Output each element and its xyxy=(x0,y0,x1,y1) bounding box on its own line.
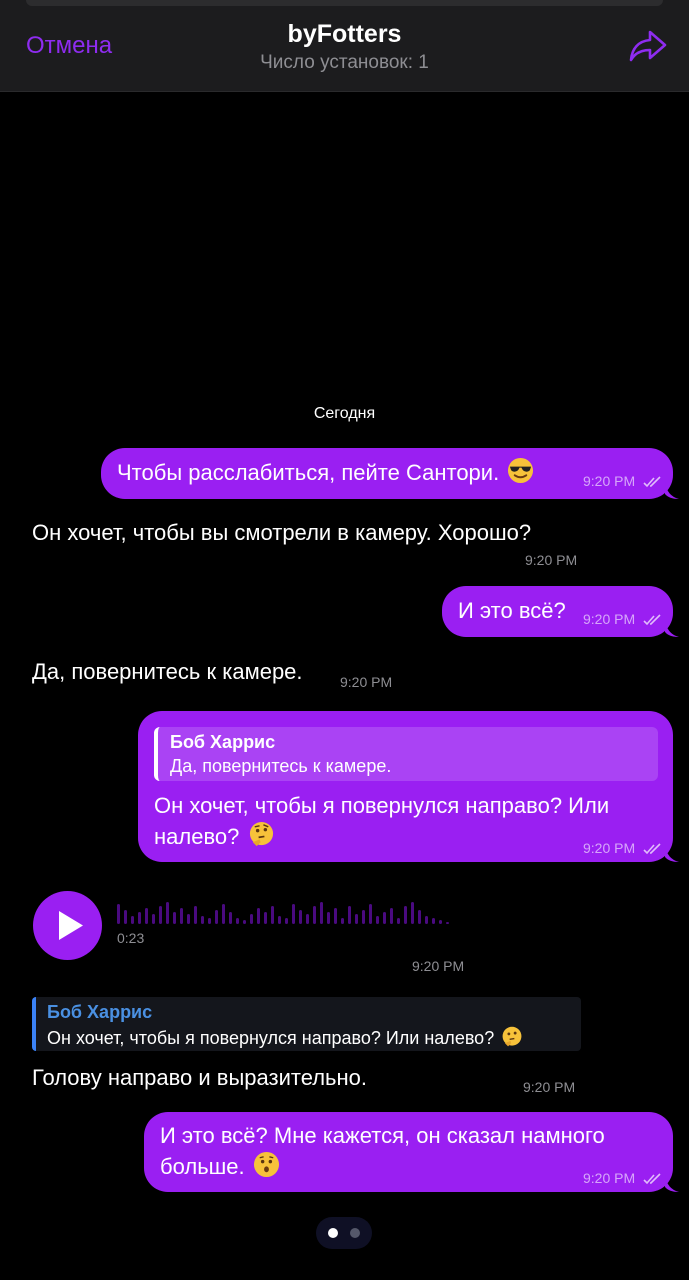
waveform-bar xyxy=(222,904,225,924)
page-dot-active[interactable] xyxy=(328,1228,338,1238)
waveform-bar xyxy=(439,920,442,924)
reply-quote[interactable]: Боб Харрис Да, повернитесь к камере. xyxy=(154,727,658,781)
bubble-tail xyxy=(665,620,679,637)
page-dot[interactable] xyxy=(350,1228,360,1238)
waveform-bar xyxy=(271,906,274,924)
waveform-bar xyxy=(173,912,176,924)
sunglasses-emoji-icon xyxy=(508,457,534,484)
waveform-bar xyxy=(187,914,190,924)
waveform-bar xyxy=(257,908,260,924)
bubble-tail xyxy=(665,1175,679,1192)
message-time: 9:20 PM xyxy=(583,611,636,627)
waveform-bar xyxy=(159,906,162,924)
thinking-emoji-icon xyxy=(502,1026,522,1047)
message-time: 9:20 PM xyxy=(583,840,636,856)
page-indicator[interactable] xyxy=(316,1217,372,1249)
bubble-tail xyxy=(665,845,679,862)
waveform-bar xyxy=(201,916,204,924)
waveform-bar xyxy=(264,912,267,924)
incoming-message-text: Да, повернитесь к камере. xyxy=(32,659,303,684)
incoming-message-text: Голову направо и выразительно. xyxy=(32,1065,368,1090)
waveform-bar xyxy=(334,908,337,924)
waveform-bar xyxy=(411,902,414,924)
message-text: И это всё? xyxy=(458,598,566,623)
date-separator: Сегодня xyxy=(313,405,376,422)
message-time: 9:20 PM xyxy=(583,1170,636,1186)
waveform-bar xyxy=(383,912,386,924)
waveform-bar xyxy=(404,906,407,924)
waveform-bar xyxy=(250,914,253,924)
waveform-bar xyxy=(376,916,379,924)
outgoing-message[interactable]: Чтобы расслабиться, пейте Сантори. 9:20 … xyxy=(101,448,673,499)
thinking-emoji-icon xyxy=(249,821,273,847)
waveform-bar xyxy=(194,906,197,924)
read-checkmarks-icon xyxy=(643,1173,661,1185)
message-time: 9:20 PM xyxy=(523,1079,576,1095)
waveform-bar xyxy=(243,920,246,924)
waveform-bar xyxy=(320,902,323,924)
read-checkmarks-icon xyxy=(643,843,661,855)
voice-duration: 0:23 xyxy=(117,930,145,946)
waveform-bar xyxy=(117,904,120,924)
message-text: Чтобы расслабиться, пейте Сантори. xyxy=(117,460,500,485)
waveform-bar xyxy=(278,916,281,924)
waveform-bar xyxy=(145,908,148,924)
outgoing-message[interactable]: И это всё? 9:20 PM xyxy=(442,586,673,637)
top-bar: Отмена byFotters Число установок: 1 xyxy=(0,0,689,92)
waveform-bar xyxy=(313,906,316,924)
waveform-bar xyxy=(327,912,330,924)
message-text: Он хочет, чтобы я повернулся направо? Ил… xyxy=(154,793,610,818)
install-count: Число установок: 1 xyxy=(260,52,429,73)
waveform-bar xyxy=(397,918,400,924)
quote-author: Боб Харрис xyxy=(47,1002,153,1022)
message-time: 9:20 PM xyxy=(583,473,636,489)
waveform-bar xyxy=(138,912,141,924)
waveform-bar xyxy=(348,906,351,924)
waveform-bar xyxy=(369,904,372,924)
waveform-bar xyxy=(355,914,358,924)
sheet-grabber xyxy=(26,0,663,6)
waveform-bar xyxy=(299,910,302,924)
bubble-tail xyxy=(665,482,679,499)
message-time: 9:20 PM xyxy=(412,958,465,974)
share-forward-icon[interactable] xyxy=(628,28,668,64)
message-time: 9:20 PM xyxy=(340,674,393,690)
waveform-bar xyxy=(229,912,232,924)
reply-quote[interactable]: Боб Харрис Он хочет, чтобы я повернулся … xyxy=(32,997,581,1051)
waveform-bar xyxy=(180,908,183,924)
waveform-bar xyxy=(432,918,435,924)
quote-author: Боб Харрис xyxy=(170,732,276,752)
waveform-bar xyxy=(446,922,449,924)
waveform-bar xyxy=(292,904,295,924)
waveform-bar xyxy=(152,914,155,924)
waveform-bar xyxy=(166,902,169,924)
voice-play-button[interactable] xyxy=(33,891,102,960)
waveform-bar xyxy=(418,910,421,924)
incoming-message-text: Он хочет, чтобы вы смотрели в камеру. Хо… xyxy=(32,520,532,545)
message-text: налево? xyxy=(154,824,240,849)
voice-waveform[interactable] xyxy=(117,898,457,926)
message-text: И это всё? Мне кажется, он сказал намног… xyxy=(160,1123,605,1148)
waveform-bar xyxy=(390,908,393,924)
waveform-bar xyxy=(124,910,127,924)
waveform-bar xyxy=(131,916,134,924)
message-text: больше. xyxy=(160,1154,245,1179)
page-title: byFotters xyxy=(287,20,402,48)
waveform-bar xyxy=(341,918,344,924)
waveform-bar xyxy=(215,910,218,924)
waveform-bar xyxy=(306,914,309,924)
play-icon xyxy=(59,911,83,940)
waveform-bar xyxy=(285,918,288,924)
waveform-bar xyxy=(362,910,365,924)
quote-text: Он хочет, чтобы я повернулся направо? Ил… xyxy=(47,1028,495,1048)
read-checkmarks-icon xyxy=(643,614,661,626)
hushed-emoji-icon xyxy=(253,1151,279,1178)
waveform-bar xyxy=(208,918,211,924)
waveform-bar xyxy=(425,916,428,924)
read-checkmarks-icon xyxy=(643,476,661,488)
waveform-bar xyxy=(236,918,239,924)
message-time: 9:20 PM xyxy=(525,552,578,568)
quote-text: Да, повернитесь к камере. xyxy=(170,756,392,776)
